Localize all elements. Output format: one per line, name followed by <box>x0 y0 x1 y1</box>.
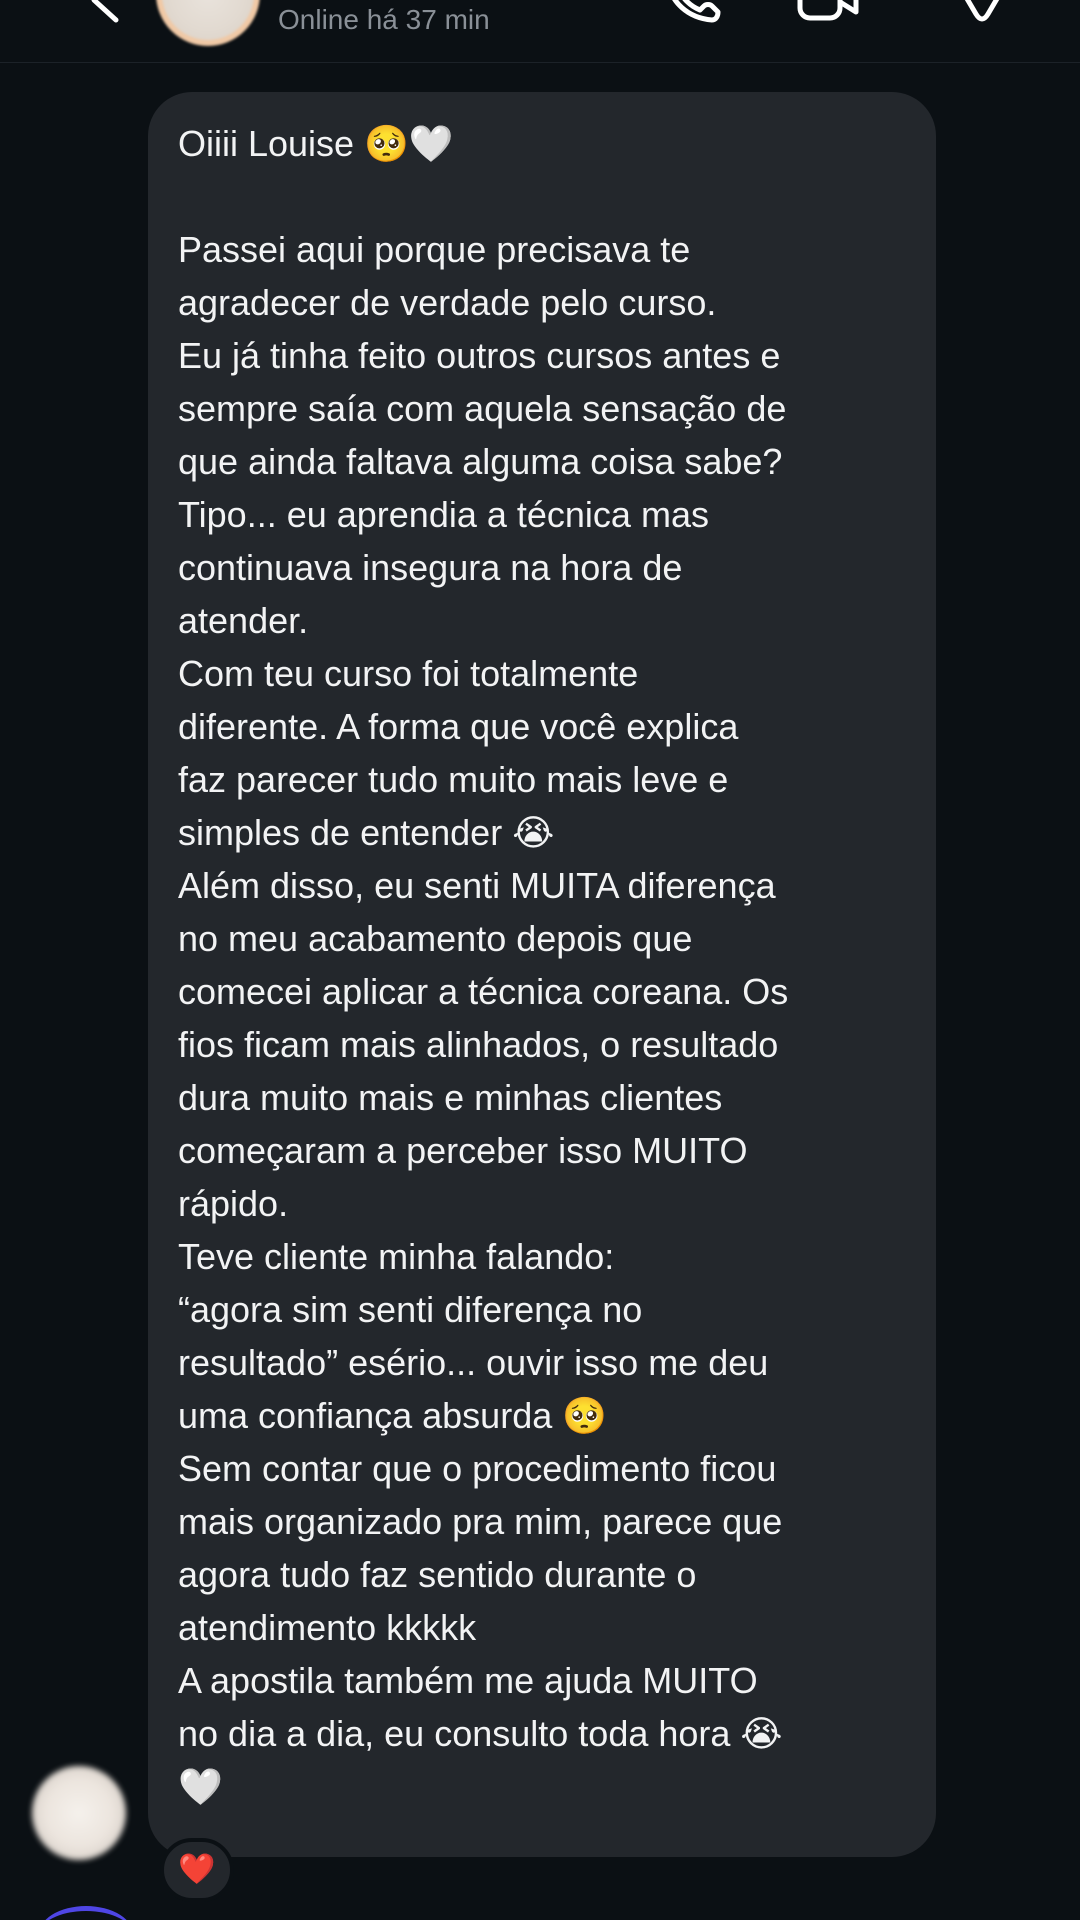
message-line: simples de entender 😭 <box>178 812 555 853</box>
video-camera-icon[interactable] <box>796 0 860 28</box>
message-line: dura muito mais e minhas clientes <box>178 1077 723 1118</box>
message-reaction[interactable]: ❤️ <box>160 1838 234 1902</box>
phone-icon[interactable] <box>660 0 724 28</box>
chat-header: Online há 37 min <box>0 0 1080 62</box>
message-line: 🤍 <box>178 1766 223 1807</box>
message-line: no meu acabamento depois que <box>178 918 693 959</box>
message-line: faz parecer tudo muito mais leve e <box>178 759 729 800</box>
message-line: Além disso, eu senti MUITA diferença <box>178 865 776 906</box>
message-line: fios ficam mais alinhados, o resultado <box>178 1024 779 1065</box>
message-line: Oiiii Louise 🥺🤍 <box>178 123 454 164</box>
message-line: uma confiança absurda 🥺 <box>178 1395 608 1436</box>
message-line: que ainda faltava alguma coisa sabe? <box>178 441 783 482</box>
message-line: Eu já tinha feito outros cursos antes e <box>178 335 781 376</box>
partial-avatar <box>38 1906 134 1920</box>
message-line: rápido. <box>178 1183 289 1224</box>
online-status: Online há 37 min <box>278 4 490 35</box>
message-line: começaram a perceber isso MUITO <box>178 1130 748 1171</box>
message-line: continuava insegura na hora de <box>178 547 683 588</box>
heart-reaction-icon: ❤️ <box>178 1853 216 1886</box>
message-line <box>178 170 918 223</box>
message-line: Passei aqui porque precisava te <box>178 229 691 270</box>
message-line: agradecer de verdade pelo curso. <box>178 282 717 323</box>
message-line: “agora sim senti diferença no <box>178 1289 643 1330</box>
contact-avatar[interactable] <box>156 0 260 46</box>
message-line: A apostila também me ajuda MUITO <box>178 1660 758 1701</box>
message-line: agora tudo faz sentido durante o <box>178 1554 697 1595</box>
message-line: atendimento kkkkk <box>178 1607 477 1648</box>
message-line: no dia a dia, eu consulto toda hora 😭 <box>178 1713 783 1754</box>
message-line: Teve cliente minha falando: <box>178 1236 615 1277</box>
message-text: Oiiii Louise 🥺🤍 Passei aqui porque precis… <box>178 117 918 1813</box>
chat-screen: Online há 37 min Oiiii Louise 🥺🤍 Passei a… <box>0 0 1080 1920</box>
message-line: mais organizado pra mim, parece que <box>178 1501 783 1542</box>
sender-avatar[interactable] <box>32 1766 126 1860</box>
message-line: resultado” esério... ouvir isso me deu <box>178 1342 769 1383</box>
header-divider <box>0 62 1080 63</box>
message-line: atender. <box>178 600 309 641</box>
message-line: sempre saía com aquela sensação de <box>178 388 787 429</box>
message-line: Tipo... eu aprendia a técnica mas <box>178 494 709 535</box>
flag-icon[interactable] <box>950 0 1014 28</box>
message-line: Com teu curso foi totalmente <box>178 653 639 694</box>
message-line: diferente. A forma que você explica <box>178 706 739 747</box>
message-line: Sem contar que o procedimento ficou <box>178 1448 777 1489</box>
message-line: comecei aplicar a técnica coreana. Os <box>178 971 789 1012</box>
chevron-left-icon[interactable] <box>72 0 132 30</box>
